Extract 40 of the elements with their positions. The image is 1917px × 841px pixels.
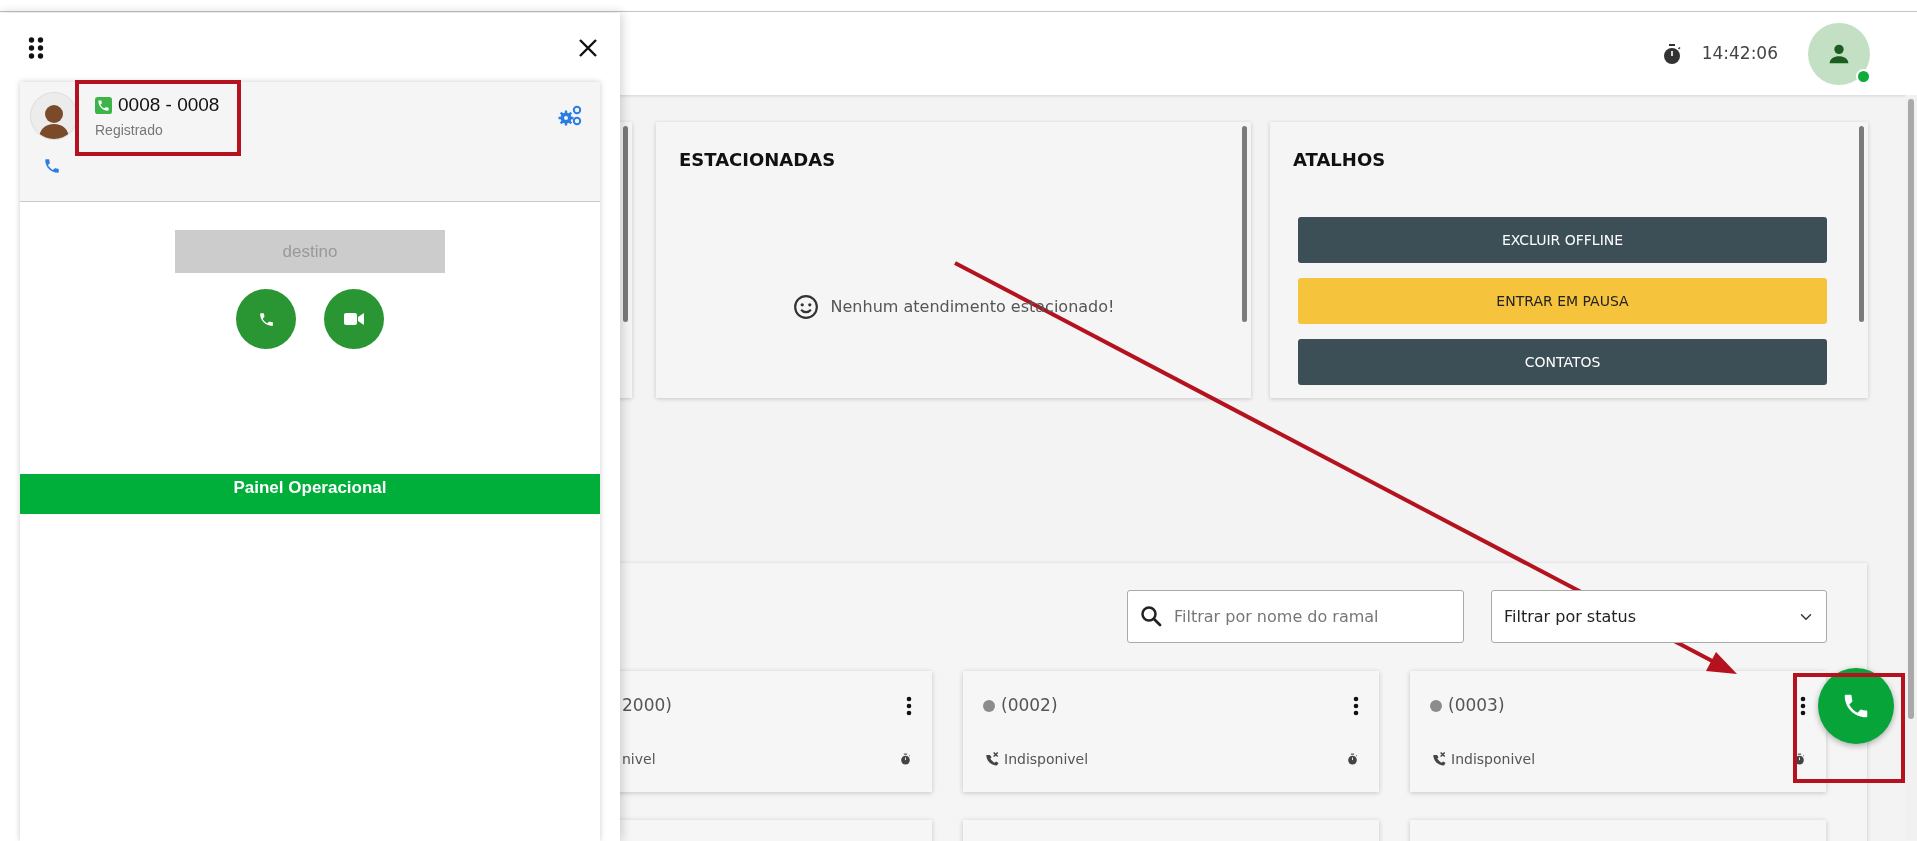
scrollbar-thumb[interactable] [1242, 126, 1247, 322]
voice-call-button[interactable] [236, 289, 296, 349]
phone-icon[interactable] [43, 156, 61, 175]
phone-icon [257, 310, 275, 328]
card-title: ESTACIONADAS [679, 148, 837, 172]
video-call-button[interactable] [324, 289, 384, 349]
extension-status: Indisponivel [1451, 749, 1536, 769]
scrollbar-thumb[interactable] [1859, 126, 1864, 322]
card-title: ATALHOS [1293, 148, 1387, 172]
clock-time: 14:42:06 [1701, 41, 1778, 65]
search-field[interactable]: Filtrar por nome do ramal [1127, 590, 1464, 643]
extension-name: (0002) [1001, 694, 1058, 717]
extension-number: 0008 - 0008 [118, 93, 220, 117]
extension-name: (0003) [1448, 694, 1505, 717]
phone-icon [95, 96, 112, 114]
grip-icon[interactable] [28, 36, 44, 59]
panel-banner: Painel Operacional [20, 474, 600, 514]
stopwatch-icon [899, 752, 912, 766]
shortcut-button[interactable]: CONTATOS [1298, 339, 1827, 385]
shortcut-button[interactable]: EXCLUIR OFFLINE [1298, 217, 1827, 263]
close-icon [578, 37, 598, 58]
search-icon [1139, 604, 1163, 628]
stopwatch-icon [1346, 752, 1359, 766]
video-camera-icon [344, 312, 364, 326]
more-options-icon[interactable] [906, 695, 912, 716]
extension-status: Indisponivel [1004, 749, 1089, 769]
registration-status: Registrado [95, 120, 164, 140]
phone-off-icon [983, 750, 1001, 768]
extension-status: nivel [622, 749, 656, 769]
status-filter-select[interactable]: Filtrar por status [1491, 590, 1827, 643]
shortcut-button[interactable]: ENTRAR EM PAUSA [1298, 278, 1827, 324]
extension-name: 2000) [622, 694, 672, 717]
smiley-icon [792, 294, 819, 320]
close-button[interactable] [578, 37, 598, 58]
phone-off-icon [1430, 750, 1448, 768]
more-options-icon[interactable] [1800, 695, 1806, 716]
settings-icon[interactable] [558, 105, 582, 127]
scrollbar-thumb[interactable] [1908, 99, 1914, 719]
scrollbar-thumb[interactable] [623, 126, 628, 322]
more-options-icon[interactable] [1353, 695, 1359, 716]
